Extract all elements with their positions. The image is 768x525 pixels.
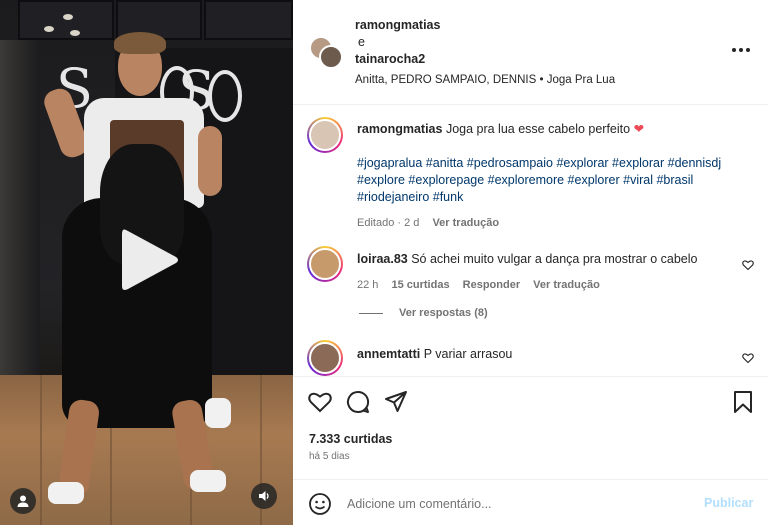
speaker-icon	[259, 491, 269, 501]
comment-text: Só achei muito vulgar a dança pra mostra…	[411, 252, 698, 266]
see-translation-link[interactable]: Ver tradução	[432, 217, 499, 229]
likes-count[interactable]: 7.333 curtidas	[309, 432, 392, 446]
floor-line	[40, 375, 42, 525]
emoji-icon[interactable]	[308, 492, 332, 516]
comment-username[interactable]: loiraa.83	[357, 252, 408, 266]
audio-toggle-button[interactable]	[251, 483, 277, 509]
comment-avatar[interactable]	[307, 340, 343, 376]
man-hair	[114, 32, 166, 54]
caption-edited: Editado · 2 d	[357, 217, 420, 229]
like-heart-icon[interactable]	[307, 389, 333, 415]
video-player[interactable]: S S	[0, 0, 293, 525]
post-time[interactable]: há 5 dias	[309, 451, 350, 462]
save-bookmark-icon[interactable]	[730, 389, 756, 415]
post-actions: 7.333 curtidas há 5 dias Publicar	[293, 376, 768, 525]
user-icon	[17, 495, 29, 507]
header-text: ramongmatias e tainarocha2 Anitta, PEDRO…	[355, 17, 615, 89]
comment: annemtatti P variar arrasou	[357, 346, 747, 363]
author-primary-link[interactable]: ramongmatias	[355, 17, 615, 34]
ceiling-panel	[204, 0, 293, 40]
avatar[interactable]	[319, 45, 343, 69]
collab-avatars[interactable]	[309, 36, 343, 70]
comment-meta: 22 h 15 curtidas Responder Ver tradução	[357, 277, 747, 294]
like-comment-heart-icon[interactable]	[742, 259, 754, 271]
caption-username[interactable]: ramongmatias	[357, 122, 442, 136]
reply-button[interactable]: Responder	[463, 279, 520, 291]
shoe	[190, 470, 226, 492]
share-paper-plane-icon[interactable]	[383, 389, 409, 415]
ceiling-panel	[18, 0, 114, 40]
like-comment-heart-icon[interactable]	[742, 352, 754, 364]
comment-composer: Publicar	[293, 479, 768, 525]
wall-left	[0, 40, 40, 380]
post-header: ramongmatias e tainarocha2 Anitta, PEDRO…	[293, 0, 768, 105]
comment-input[interactable]	[347, 494, 687, 514]
ceiling-light	[63, 14, 73, 20]
post-details-panel: ramongmatias e tainarocha2 Anitta, PEDRO…	[293, 0, 768, 525]
comment-username[interactable]: annemtatti	[357, 347, 420, 361]
comment-likes-link[interactable]: 15 curtidas	[391, 279, 449, 291]
caption: ramongmatias Joga pra lua esse cabelo pe…	[357, 121, 747, 232]
replies-divider	[359, 312, 383, 314]
caption-hashtags[interactable]: #jogapralua #anitta #pedrosampaio #explo…	[357, 155, 747, 206]
caption-text: Joga pra lua esse cabelo perfeito	[445, 122, 631, 136]
publish-button[interactable]: Publicar	[704, 496, 753, 510]
comments-list: ramongmatias Joga pra lua esse cabelo pe…	[293, 106, 768, 376]
shoe	[205, 398, 231, 428]
music-info-link[interactable]: Anitta, PEDRO SAMPAIO, DENNIS • Joga Pra…	[355, 72, 615, 89]
tagged-users-button[interactable]	[10, 488, 36, 514]
ceiling-light	[44, 26, 54, 32]
and-word: e	[358, 35, 365, 49]
comment-bubble-icon[interactable]	[345, 389, 371, 415]
view-replies-button[interactable]: Ver respostas (8)	[359, 307, 488, 319]
play-icon[interactable]	[118, 226, 180, 294]
comment-text: P variar arrasou	[423, 347, 513, 361]
author-secondary-link[interactable]: tainarocha2	[355, 51, 615, 68]
comment-time: 22 h	[357, 279, 379, 291]
shop-logo-letter	[208, 70, 242, 122]
view-replies-label[interactable]: Ver respostas (8)	[399, 307, 488, 319]
see-translation-link[interactable]: Ver tradução	[533, 279, 600, 291]
caption-avatar[interactable]	[307, 117, 343, 153]
shoe	[48, 482, 84, 504]
heart-emoji: ❤	[633, 122, 645, 136]
ceiling-light	[70, 30, 80, 36]
comment: loiraa.83 Só achei muito vulgar a dança …	[357, 251, 747, 294]
caption-meta: Editado · 2 d Ver tradução	[357, 215, 747, 232]
comment-avatar[interactable]	[307, 246, 343, 282]
man-arm	[198, 126, 222, 196]
more-options-icon[interactable]	[732, 42, 750, 58]
